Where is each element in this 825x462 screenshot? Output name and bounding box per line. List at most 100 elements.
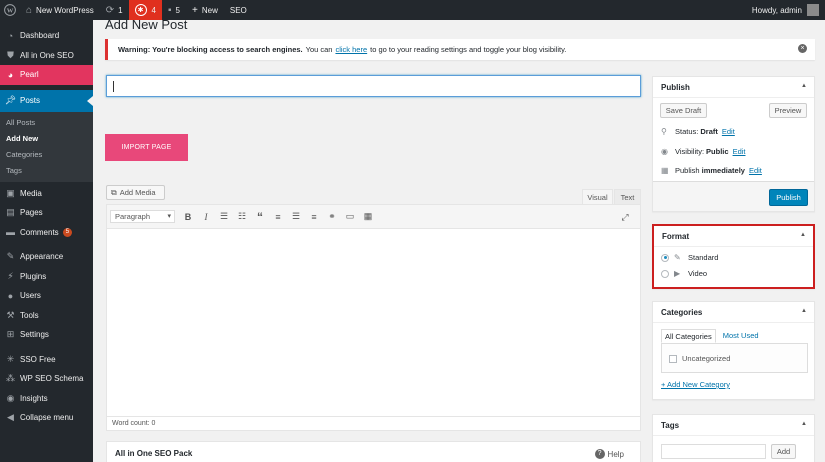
categories-header[interactable]: Categories ▲ [653, 302, 814, 323]
format-select-value: Paragraph [115, 212, 151, 221]
category-checkbox[interactable] [669, 354, 677, 363]
menu-item-appearance[interactable]: ✎ Appearance [0, 247, 93, 267]
tags-title: Tags [661, 420, 680, 430]
menu-item-dashboard[interactable]: ◔ Dashboard [0, 26, 93, 46]
menu-item-wp-seo-schema[interactable]: ⁂ WP SEO Schema [0, 369, 93, 389]
publish-header[interactable]: Publish ▲ [653, 77, 814, 98]
word-count: Word count: 0 [107, 416, 640, 430]
menu-item-insights[interactable]: ◉ Insights [0, 389, 93, 409]
link-icon[interactable]: ⚭ [323, 208, 341, 226]
fullscreen-icon[interactable]: ⤢ [616, 208, 634, 226]
add-media-button[interactable]: ⧉ Add Media [106, 185, 165, 200]
category-tabs: All Categories Most Used [661, 329, 762, 343]
bulleted-list-icon[interactable]: ☰ [215, 208, 233, 226]
menu-item-pearl[interactable]: ◕ Pearl [0, 65, 93, 85]
add-new-category-link[interactable]: + Add New Category [661, 380, 730, 389]
category-item[interactable]: Uncategorized [669, 354, 730, 363]
blockquote-icon[interactable]: “ [251, 208, 269, 226]
menu-label: WP SEO Schema [20, 374, 84, 384]
tag-input[interactable] [661, 444, 766, 459]
new-content-link[interactable]: + New [186, 0, 224, 20]
menu-item-plugins[interactable]: ⚡︎ Plugins [0, 267, 93, 287]
text-caret [113, 81, 114, 92]
tab-text[interactable]: Text [614, 189, 641, 204]
import-page-button[interactable]: IMPORT PAGE [105, 134, 188, 161]
paragraph-format-select[interactable]: Paragraph ▾ [110, 210, 175, 223]
submenu-all-posts[interactable]: All Posts [0, 115, 93, 131]
menu-item-users[interactable]: ● Users [0, 286, 93, 306]
submenu-categories[interactable]: Categories [0, 147, 93, 163]
submenu-tags[interactable]: Tags [0, 163, 93, 179]
comment-bubble-icon: ▬ [6, 227, 15, 238]
menu-item-posts[interactable]: 📌︎ Posts [0, 89, 93, 112]
save-draft-button[interactable]: Save Draft [660, 103, 707, 118]
align-center-icon[interactable]: ☰ [287, 208, 305, 226]
menu-item-pages[interactable]: ▤ Pages [0, 203, 93, 223]
format-header[interactable]: Format ▲ [654, 226, 813, 247]
menu-label: All in One SEO [20, 50, 74, 60]
category-checklist: Uncategorized [661, 343, 808, 373]
radio-standard[interactable] [661, 253, 669, 262]
format-option-standard[interactable]: ✎ Standard [661, 253, 718, 262]
notice-click-here-link[interactable]: click here [335, 45, 367, 54]
italic-icon[interactable]: I [197, 208, 215, 226]
account-menu[interactable]: Howdy, admin [752, 4, 825, 16]
wordpress-logo-icon[interactable]: W [0, 0, 20, 20]
edit-status-link[interactable]: Edit [722, 127, 735, 136]
menu-label: Comments [20, 227, 59, 237]
pushpin-icon: 📌︎ [4, 95, 17, 105]
categories-title: Categories [661, 307, 703, 317]
align-right-icon[interactable]: ≡ [305, 208, 323, 226]
site-name-link[interactable]: ⌂ New WordPress [20, 0, 100, 20]
collapse-arrow-icon[interactable]: ▲ [800, 232, 806, 238]
publish-label: Publish [675, 166, 700, 175]
read-more-icon[interactable]: ▭ [341, 208, 359, 226]
submenu-add-new[interactable]: Add New [0, 131, 93, 147]
edit-visibility-link[interactable]: Edit [733, 147, 746, 156]
tags-header[interactable]: Tags ▲ [653, 415, 814, 436]
sso-asterisk-icon: ✳︎ [6, 353, 15, 364]
dismiss-icon[interactable]: × [798, 44, 807, 53]
menu-label: Pages [20, 208, 43, 218]
collapse-menu-button[interactable]: ◀ Collapse menu [0, 408, 93, 428]
align-left-icon[interactable]: ≡ [269, 208, 287, 226]
help-link[interactable]: ? Help [594, 449, 624, 459]
collapse-arrow-icon[interactable]: ▲ [801, 421, 807, 427]
radio-video[interactable] [661, 269, 669, 278]
format-option-video[interactable]: ▶ Video [661, 269, 707, 278]
menu-item-all-in-one-seo[interactable]: ⛊ All in One SEO [0, 46, 93, 66]
seo-link[interactable]: SEO [224, 0, 253, 20]
settings-sliders-icon: ⊞ [6, 329, 15, 340]
pearl-icon: ◕ [7, 69, 14, 80]
howdy-label: Howdy, admin [751, 5, 802, 15]
publish-button[interactable]: Publish [769, 189, 808, 206]
tab-all-categories[interactable]: All Categories [661, 329, 716, 343]
numbered-list-icon[interactable]: ☷ [233, 208, 251, 226]
post-title-input[interactable] [106, 75, 641, 97]
edit-schedule-link[interactable]: Edit [749, 166, 762, 175]
wrench-icon: ⚒︎ [6, 309, 15, 320]
publish-actions: Publish [653, 181, 814, 211]
tab-visual[interactable]: Visual [582, 189, 613, 204]
collapse-arrow-icon[interactable]: ▲ [801, 83, 807, 89]
status-row: ⚲ Status: Draft Edit [661, 127, 735, 136]
schedule-row: ▦ Publish immediately Edit [661, 166, 762, 175]
menu-item-tools[interactable]: ⚒︎ Tools [0, 306, 93, 326]
menu-label: Dashboard [20, 31, 60, 41]
menu-item-settings[interactable]: ⊞ Settings [0, 325, 93, 345]
preview-button[interactable]: Preview [769, 103, 807, 118]
menu-item-sso-free[interactable]: ✳︎ SSO Free [0, 350, 93, 370]
category-label: Uncategorized [682, 354, 731, 363]
menu-item-comments[interactable]: ▬ Comments 5 [0, 223, 93, 243]
tags-box: Tags ▲ Add [652, 414, 815, 462]
tab-most-used[interactable]: Most Used [720, 329, 762, 343]
add-tag-button[interactable]: Add [771, 444, 796, 459]
bold-icon[interactable]: B [179, 208, 197, 226]
avatar [807, 4, 819, 16]
visibility-value: Public [706, 147, 729, 156]
collapse-arrow-icon[interactable]: ▲ [801, 308, 807, 314]
posts-submenu: All Posts Add New Categories Tags [0, 111, 93, 182]
content-editor[interactable]: Paragraph ▾ B I ☰ ☷ “ ≡ ☰ ≡ ⚭ ▭ ▦ ⤢ Word… [106, 204, 641, 431]
menu-item-media[interactable]: ▣ Media [0, 184, 93, 204]
toolbar-toggle-icon[interactable]: ▦ [359, 208, 377, 226]
